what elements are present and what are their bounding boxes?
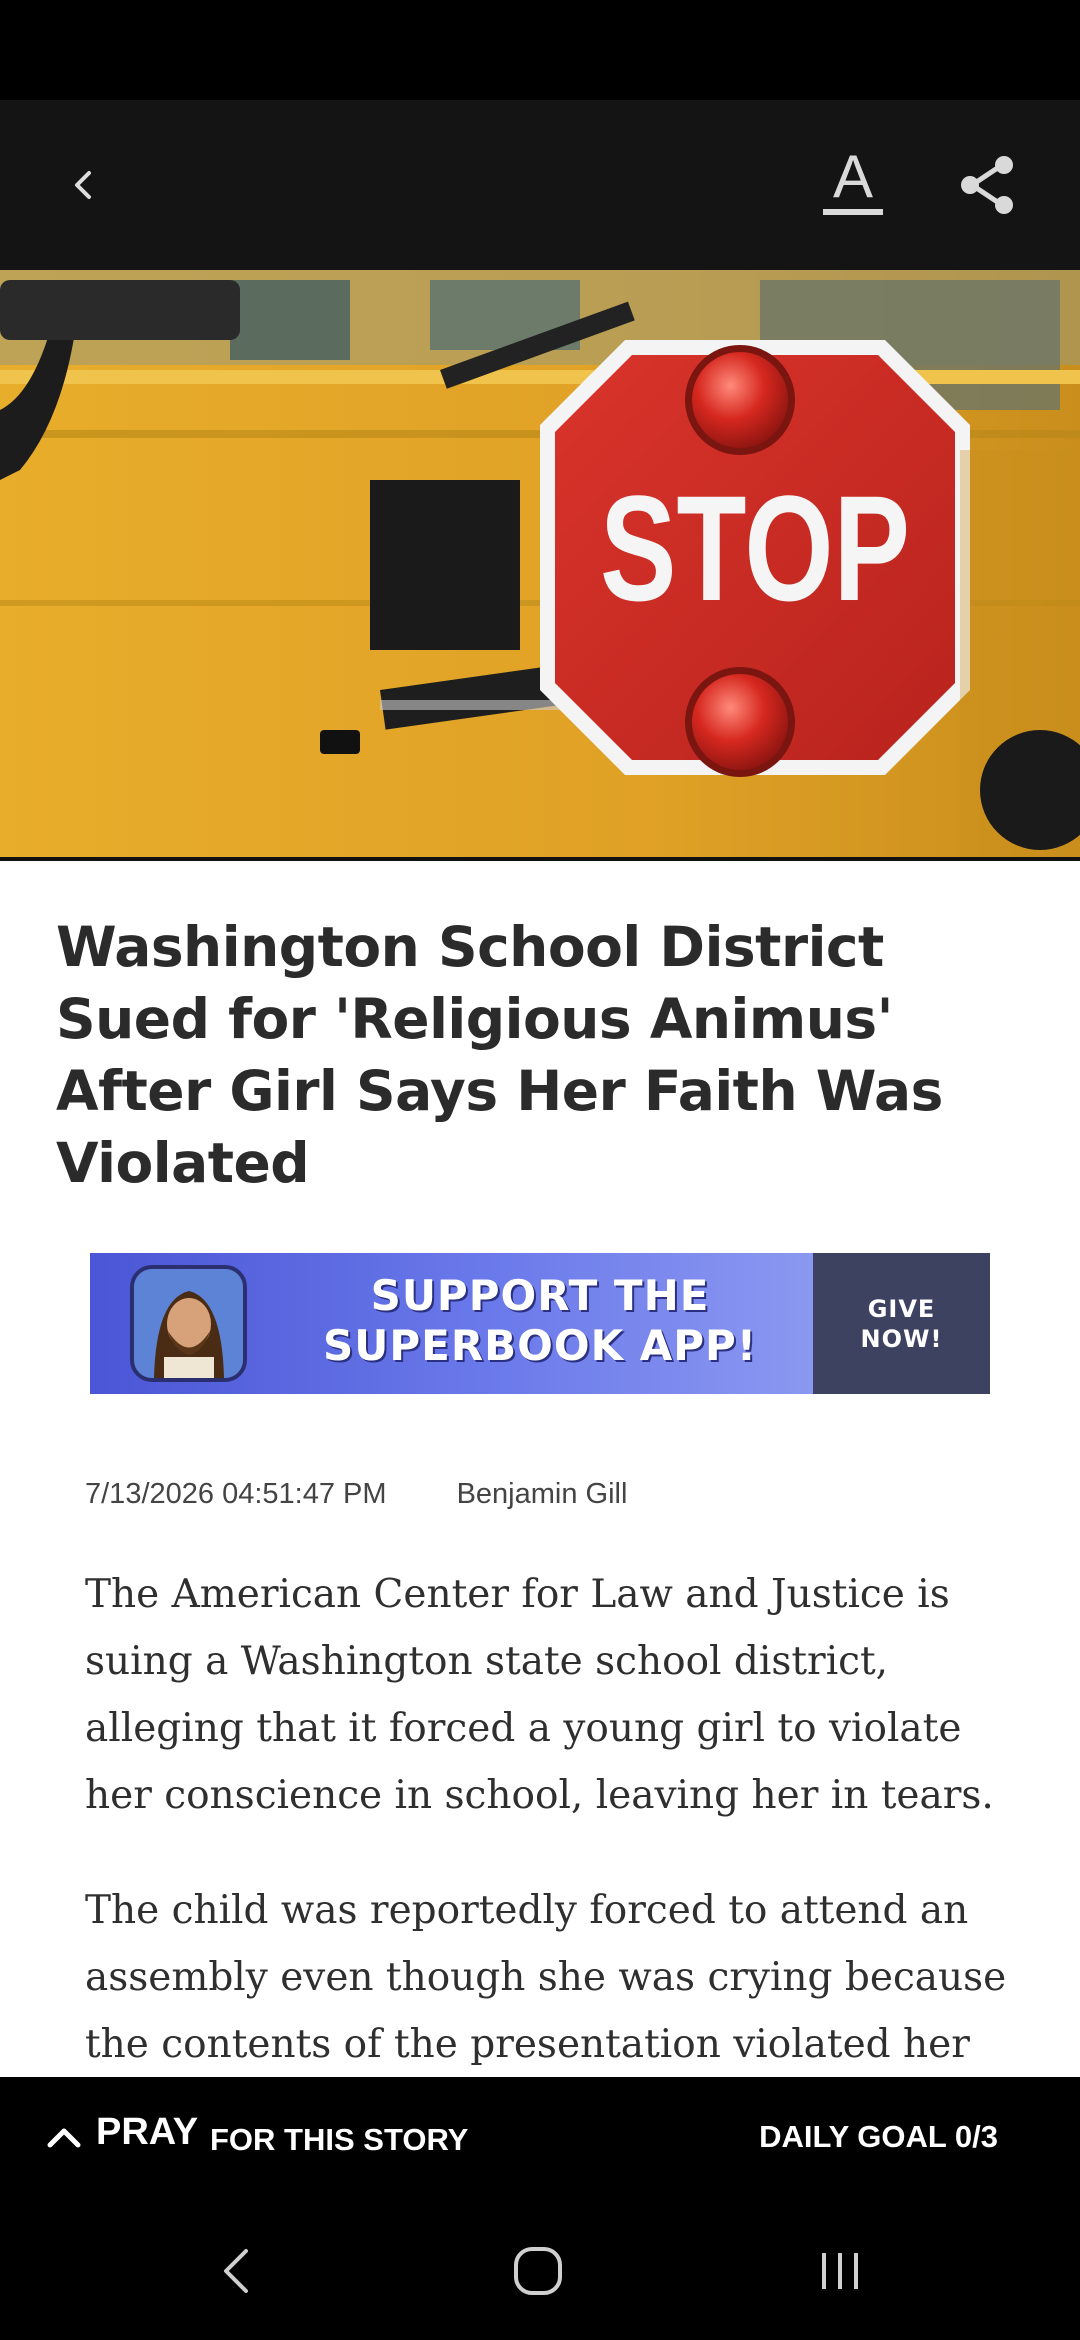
pray-sublabel: FOR THIS STORY xyxy=(210,2122,469,2157)
status-bar xyxy=(0,0,1080,100)
app-bar: A xyxy=(0,100,1080,270)
nav-home-button[interactable] xyxy=(498,2236,578,2306)
stop-sign-text: STOP xyxy=(600,464,910,632)
article-paragraph: The child was reportedly forced to atten… xyxy=(85,1888,1007,2067)
text-size-button[interactable]: A xyxy=(808,140,898,230)
superbook-banner[interactable]: SUPPORT THE SUPERBOOK APP! GIVE NOW! xyxy=(90,1253,990,1394)
banner-main[interactable]: SUPPORT THE SUPERBOOK APP! xyxy=(90,1253,813,1394)
article-author[interactable]: Benjamin Gill xyxy=(457,1478,628,1511)
article-date: 7/13/2026 04:51:47 PM xyxy=(85,1478,387,1510)
banner-line-1: SUPPORT THE xyxy=(370,1271,710,1320)
share-icon xyxy=(961,156,1013,214)
banner-line-2: SUPERBOOK APP! xyxy=(323,1321,757,1370)
banner-avatar-image xyxy=(130,1265,247,1382)
system-nav-bar xyxy=(0,2202,1080,2340)
nav-back-icon xyxy=(224,2249,248,2293)
give-line-2: NOW! xyxy=(860,1324,943,1353)
pray-bar[interactable]: PRAY FOR THIS STORY DAILY GOAL 0/3 xyxy=(0,2077,1080,2202)
hero-image: STOP xyxy=(0,270,1080,860)
article-paragraph: The American Center for Law and Justice … xyxy=(85,1572,994,1818)
back-button[interactable] xyxy=(38,140,128,230)
article-content: Washington School District Sued for 'Rel… xyxy=(0,861,1080,2077)
chevron-up-icon xyxy=(47,2128,81,2148)
nav-recents-icon xyxy=(822,2253,858,2289)
nav-recents-button[interactable] xyxy=(800,2236,880,2306)
daily-goal: DAILY GOAL 0/3 xyxy=(759,2119,998,2154)
give-now-button[interactable]: GIVE NOW! xyxy=(813,1253,990,1394)
give-line-1: GIVE xyxy=(867,1294,936,1323)
text-size-icon: A xyxy=(823,145,883,215)
share-button[interactable] xyxy=(943,140,1033,230)
text-size-glyph: A xyxy=(833,145,873,210)
nav-back-button[interactable] xyxy=(196,2236,276,2306)
pray-label: PRAY xyxy=(96,2111,199,2153)
banner-text: SUPPORT THE SUPERBOOK APP! xyxy=(280,1271,800,1371)
nav-home-icon xyxy=(514,2247,562,2295)
article-headline: Washington School District Sued for 'Rel… xyxy=(56,915,943,1195)
chevron-left-icon xyxy=(75,171,91,199)
article-meta: 7/13/2026 04:51:47 PM Benjamin Gill xyxy=(85,1478,627,1511)
